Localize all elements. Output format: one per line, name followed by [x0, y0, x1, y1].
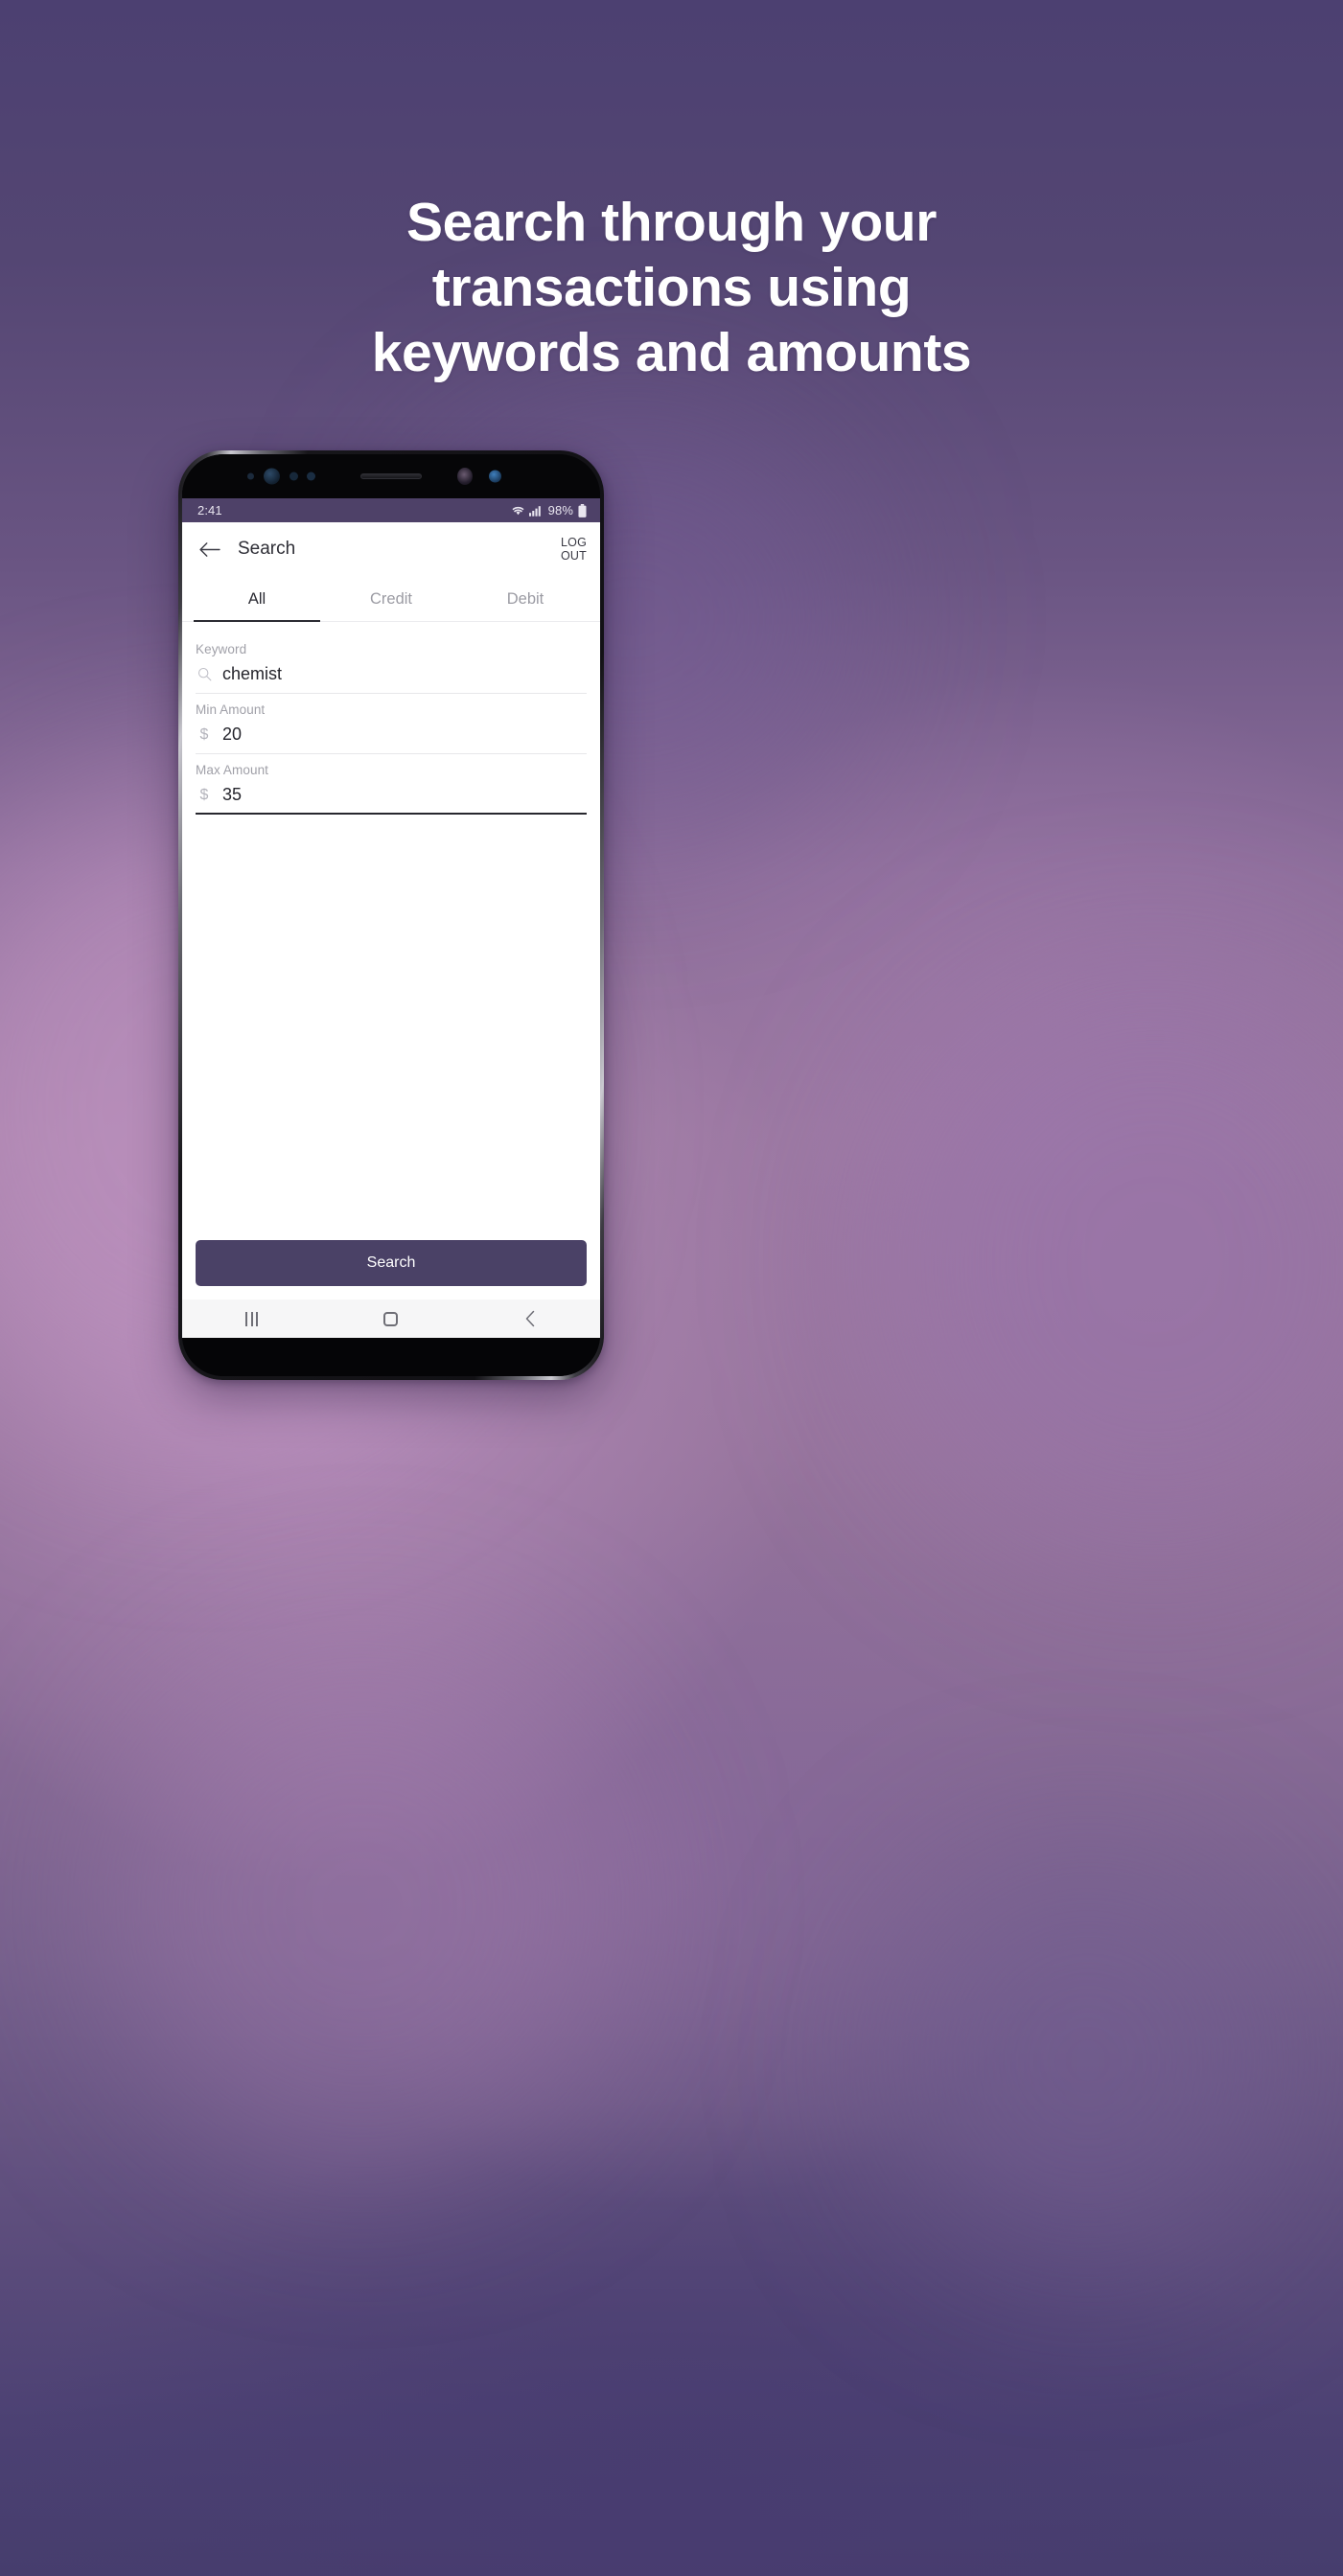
- field-max-amount-value: 35: [222, 785, 243, 804]
- recents-icon[interactable]: [219, 1311, 286, 1326]
- battery-icon: [578, 503, 587, 518]
- dollar-sign-icon: $: [199, 786, 209, 803]
- search-glyph: [197, 667, 211, 681]
- headline-line-2: transactions using: [431, 257, 912, 318]
- search-form: Keyword chemist Min Amount $ 20 Max Amou…: [182, 622, 600, 815]
- field-min-amount-value: 20: [222, 724, 243, 744]
- search-button[interactable]: Search: [196, 1240, 587, 1286]
- arrow-left-glyph: [198, 541, 220, 557]
- phone-mockup: 2:41 98% Search LOG OUT All Credit Debit…: [178, 450, 604, 1380]
- field-max-amount-label: Max Amount: [196, 763, 269, 777]
- app-bar: Search LOG OUT: [182, 522, 600, 576]
- home-glyph: [383, 1311, 399, 1326]
- back-icon[interactable]: [497, 1310, 564, 1327]
- phone-screen: 2:41 98% Search LOG OUT All Credit Debit…: [182, 498, 600, 1338]
- phone-bottom-bezel: [182, 1338, 600, 1376]
- field-keyword: Keyword chemist: [196, 633, 587, 694]
- background-blob: [886, 978, 1343, 1546]
- arrow-left-icon[interactable]: [194, 533, 226, 565]
- iris-scanner-icon: [457, 468, 473, 485]
- headline-line-1: Search through your: [406, 192, 937, 253]
- status-bar-time: 2:41: [197, 503, 222, 518]
- field-min-amount: Min Amount $ 20: [196, 694, 587, 754]
- logout-label-line2: OUT: [561, 549, 587, 563]
- field-max-amount-row[interactable]: $ 35: [196, 779, 587, 815]
- tab-all[interactable]: All: [190, 576, 324, 622]
- app-body: Search LOG OUT All Credit Debit Keyword: [182, 522, 600, 1338]
- logout-label-line1: LOG: [561, 536, 587, 549]
- form-spacer: [182, 815, 600, 1240]
- phone-inner: 2:41 98% Search LOG OUT All Credit Debit…: [182, 454, 600, 1376]
- field-min-amount-row[interactable]: $ 20: [196, 719, 587, 754]
- background-blob: [886, 1854, 1289, 2267]
- iris-sensor-icon: [289, 472, 298, 481]
- phone-top-bezel: [182, 454, 600, 498]
- field-keyword-value: chemist: [222, 664, 283, 683]
- earpiece-speaker-icon: [360, 473, 422, 479]
- battery-percent-label: 98%: [547, 503, 573, 518]
- secondary-camera-icon: [489, 470, 501, 483]
- back-glyph: [525, 1310, 535, 1327]
- field-keyword-label: Keyword: [196, 642, 247, 656]
- status-bar-icons: 98%: [511, 503, 587, 518]
- wifi-icon: [512, 506, 524, 516]
- status-bar: 2:41 98%: [182, 498, 600, 522]
- front-camera-icon: [264, 468, 280, 485]
- primary-action-area: Search: [182, 1240, 600, 1300]
- proximity-sensor-icon: [247, 472, 254, 480]
- logout-button[interactable]: LOG OUT: [561, 536, 587, 563]
- search-icon: [197, 667, 212, 681]
- signal-bars-icon: [528, 505, 541, 517]
- promo-headline: Search through your transactions using k…: [0, 190, 1343, 385]
- headline-line-3: keywords and amounts: [371, 322, 972, 383]
- light-sensor-icon: [307, 472, 315, 481]
- dollar-sign-icon: $: [199, 725, 209, 743]
- home-icon[interactable]: [358, 1311, 425, 1326]
- tab-credit[interactable]: Credit: [324, 576, 458, 621]
- page-title: Search: [238, 539, 296, 559]
- recents-glyph: [245, 1311, 259, 1326]
- tab-bar: All Credit Debit: [182, 576, 600, 622]
- tab-debit[interactable]: Debit: [458, 576, 592, 621]
- android-nav-bar: [182, 1300, 600, 1338]
- field-max-amount: Max Amount $ 35: [196, 754, 587, 815]
- field-min-amount-label: Min Amount: [196, 702, 266, 717]
- background-blob: [107, 1648, 618, 2164]
- field-keyword-row[interactable]: chemist: [196, 658, 587, 694]
